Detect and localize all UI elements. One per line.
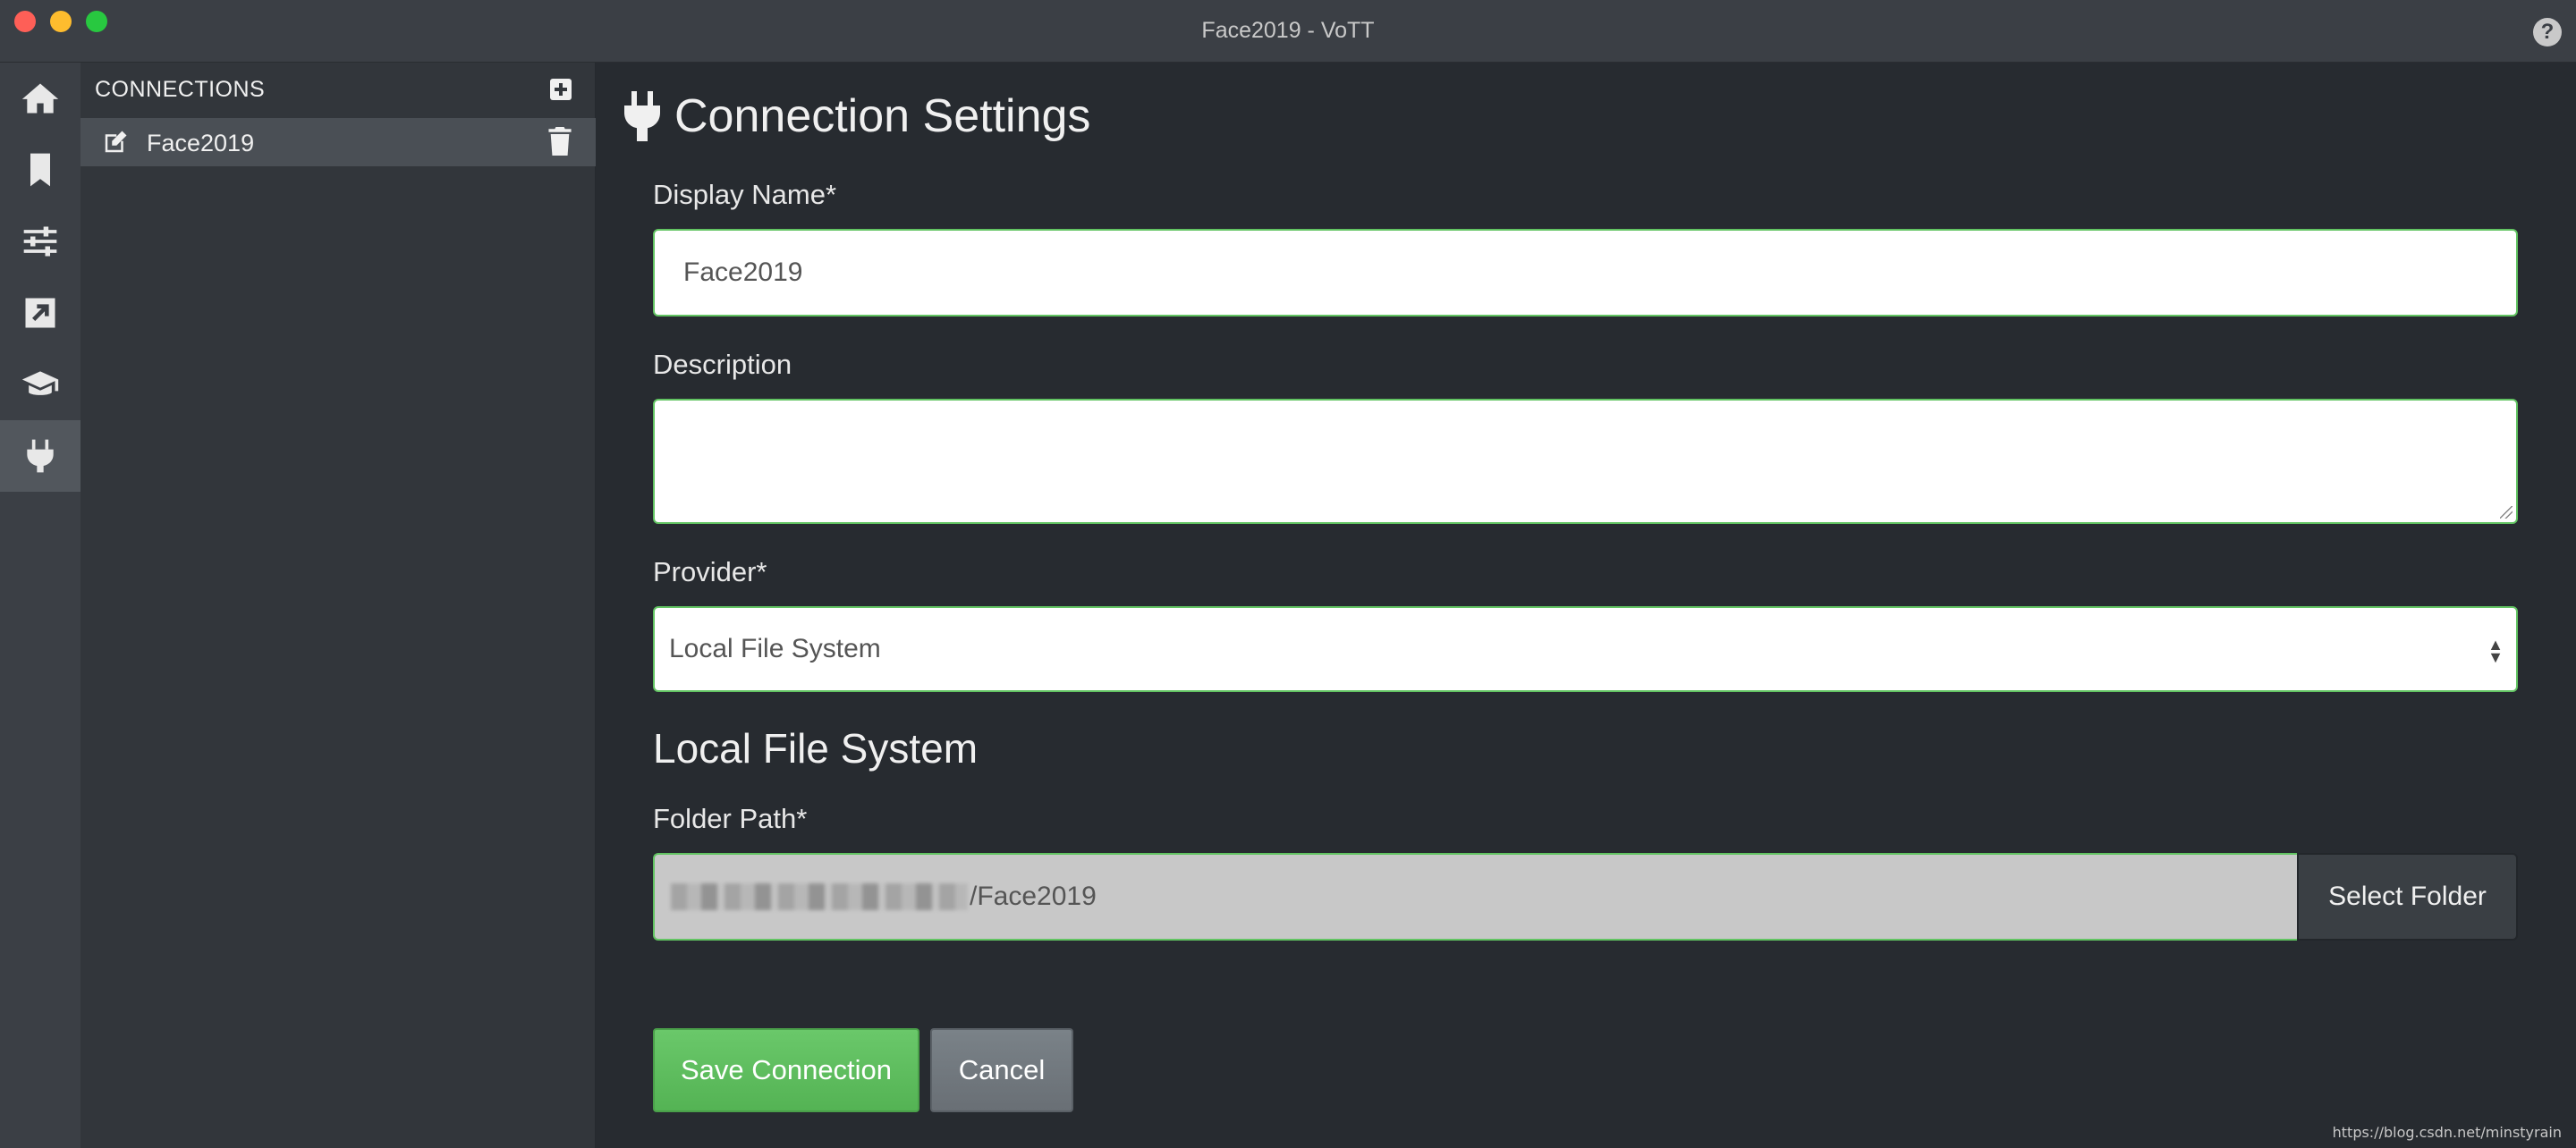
select-folder-button[interactable]: Select Folder [2297,853,2518,941]
graduation-cap-icon [21,371,59,395]
add-connection-icon[interactable] [550,79,572,100]
plug-icon [624,91,660,141]
page-title: Connection Settings [674,90,1091,142]
resize-grip-icon[interactable] [2500,506,2512,519]
rail-export-button[interactable] [0,277,80,349]
folder-path-input[interactable]: /Face2019 [653,853,2297,941]
page-header: Connection Settings [623,89,1090,143]
folder-path-label: Folder Path* [653,803,808,834]
provider-selected-value: Local File System [669,634,881,663]
rail-train-button[interactable] [0,349,80,420]
sliders-icon [23,226,57,257]
rail-bookmark-button[interactable] [0,134,80,206]
cancel-button[interactable]: Cancel [930,1028,1073,1112]
connection-settings-page: Connection Settings Display Name* Face20… [596,63,2576,1148]
description-textarea[interactable] [653,399,2518,524]
window-title: Face2019 - VoTT [1201,18,1375,43]
help-icon[interactable]: ? [2533,18,2562,46]
connections-header: CONNECTIONS [95,77,266,102]
save-connection-button[interactable]: Save Connection [653,1028,919,1112]
export-icon [25,298,55,328]
rail-settings-button[interactable] [0,206,80,277]
window-titlebar: Face2019 - VoTT ? [0,0,2576,63]
redacted-path-segment [671,883,968,910]
select-arrows-icon: ▲ ▼ [2487,636,2504,666]
description-label: Description [653,349,792,380]
display-name-input[interactable]: Face2019 [653,229,2518,317]
home-icon [21,83,59,114]
provider-label: Provider* [653,556,767,587]
icon-rail [0,63,80,1148]
provider-section-title: Local File System [653,725,979,772]
edit-icon[interactable] [102,129,129,156]
rail-connections-button[interactable] [0,420,80,492]
plug-icon [27,439,54,473]
trash-icon[interactable] [547,127,572,156]
rail-home-button[interactable] [0,63,80,134]
provider-select[interactable]: Local File System ▲ ▼ [653,606,2518,692]
bookmark-icon [30,153,50,187]
connection-list-item[interactable]: Face2019 [80,118,596,166]
display-name-label: Display Name* [653,179,837,210]
connections-panel: CONNECTIONS Face2019 [80,63,596,1148]
watermark-text: https://blog.csdn.net/minstyrain [2332,1124,2562,1141]
connection-name: Face2019 [147,130,255,156]
folder-path-value: /Face2019 [970,882,1097,911]
